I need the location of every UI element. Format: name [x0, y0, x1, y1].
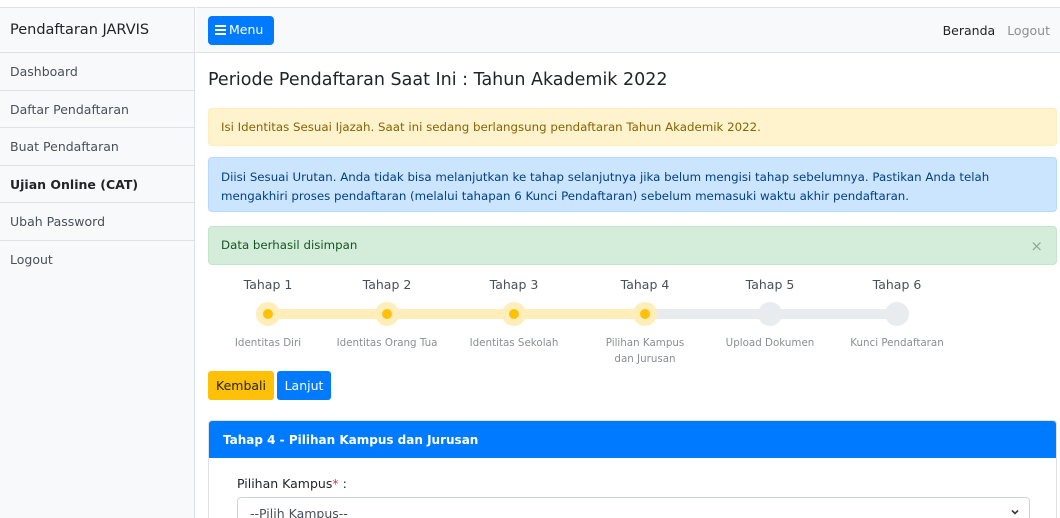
step-title: Tahap 3 — [489, 277, 539, 292]
step-dot-icon — [758, 302, 782, 326]
sidebar-item-logout[interactable]: Logout — [0, 240, 194, 278]
sidebar-item-daftar-pendaftaran[interactable]: Daftar Pendaftaran — [0, 90, 194, 128]
menu-button[interactable]: Menu — [208, 16, 274, 45]
step-label: Identitas Sekolah — [469, 337, 559, 349]
top-strip — [0, 0, 1060, 7]
top-navbar: Menu Beranda Logout — [196, 7, 1060, 53]
step-label: Identitas Diri — [234, 337, 302, 349]
menu-button-label: Menu — [229, 22, 264, 37]
lanjut-button[interactable]: Lanjut — [277, 371, 331, 400]
step-4[interactable]: Tahap 4 Pilihan Kampus dan Jurusan — [585, 272, 705, 365]
kembali-button[interactable]: Kembali — [208, 371, 274, 400]
step-title: Tahap 4 — [620, 277, 670, 292]
step-title: Tahap 6 — [872, 277, 922, 292]
step-label: Upload Dokumen — [725, 337, 815, 349]
step-dot-icon — [502, 302, 526, 326]
step-title: Tahap 5 — [745, 277, 795, 292]
chevron-down-icon — [1011, 509, 1019, 515]
alert-info: Diisi Sesuai Urutan. Anda tidak bisa mel… — [208, 157, 1057, 212]
sidebar-item-ubah-password[interactable]: Ubah Password — [0, 203, 194, 241]
step-connector — [268, 309, 648, 319]
step-dot-icon — [885, 302, 909, 326]
campus-select[interactable]: --Pilih Kampus-- — [237, 497, 1030, 518]
step-6[interactable]: Tahap 6 Kunci Pendaftaran — [837, 272, 957, 349]
registration-stepper: Tahap 1 Identitas Diri Tahap 2 Identitas… — [208, 272, 968, 372]
nav-beranda-link[interactable]: Beranda — [943, 23, 996, 38]
card-header: Tahap 4 - Pilihan Kampus dan Jurusan — [209, 421, 1056, 458]
hamburger-icon — [215, 25, 226, 35]
alert-info-text: Diisi Sesuai Urutan. Anda tidak bisa mel… — [221, 170, 990, 203]
step-2[interactable]: Tahap 2 Identitas Orang Tua — [327, 272, 447, 349]
step-dot-icon — [375, 302, 399, 326]
step-1[interactable]: Tahap 1 Identitas Diri — [208, 272, 328, 349]
step-dot-icon — [256, 302, 280, 326]
field-label: Pilihan Kampus* : — [237, 476, 347, 491]
sidebar-item-buat-pendaftaran[interactable]: Buat Pendaftaran — [0, 128, 194, 166]
sidebar: Pendaftaran JARVIS Dashboard Daftar Pend… — [0, 7, 195, 518]
step-3[interactable]: Tahap 3 Identitas Sekolah — [454, 272, 574, 349]
sidebar-item-dashboard[interactable]: Dashboard — [0, 53, 194, 91]
step-dot-icon — [633, 302, 657, 326]
field-label-suffix: : — [338, 476, 347, 491]
campus-select-value: --Pilih Kampus-- — [250, 506, 348, 518]
page-title: Periode Pendaftaran Saat Ini : Tahun Aka… — [208, 70, 668, 90]
step-title: Tahap 2 — [362, 277, 412, 292]
step-label: Identitas Orang Tua — [336, 337, 438, 349]
step-5[interactable]: Tahap 5 Upload Dokumen — [710, 272, 830, 349]
alert-success: Data berhasil disimpan × — [208, 226, 1057, 265]
step-label: Kunci Pendaftaran — [850, 337, 944, 349]
close-icon[interactable]: × — [1030, 237, 1043, 255]
sidebar-item-ujian-online[interactable]: Ujian Online (CAT) — [0, 165, 194, 203]
alert-warning: Isi Identitas Sesuai Ijazah. Saat ini se… — [208, 108, 1057, 146]
form-card: Tahap 4 - Pilihan Kampus dan Jurusan Pil… — [208, 420, 1057, 518]
step-label: Pilihan Kampus dan Jurusan — [605, 337, 685, 365]
step-title: Tahap 1 — [243, 277, 293, 292]
field-label-text: Pilihan Kampus — [237, 476, 333, 491]
nav-logout-link[interactable]: Logout — [1007, 23, 1050, 38]
alert-warning-text: Isi Identitas Sesuai Ijazah. Saat ini se… — [221, 120, 761, 134]
alert-success-text: Data berhasil disimpan — [221, 238, 358, 252]
nav-links: Beranda Logout — [943, 23, 1050, 38]
sidebar-brand[interactable]: Pendaftaran JARVIS — [0, 8, 194, 53]
